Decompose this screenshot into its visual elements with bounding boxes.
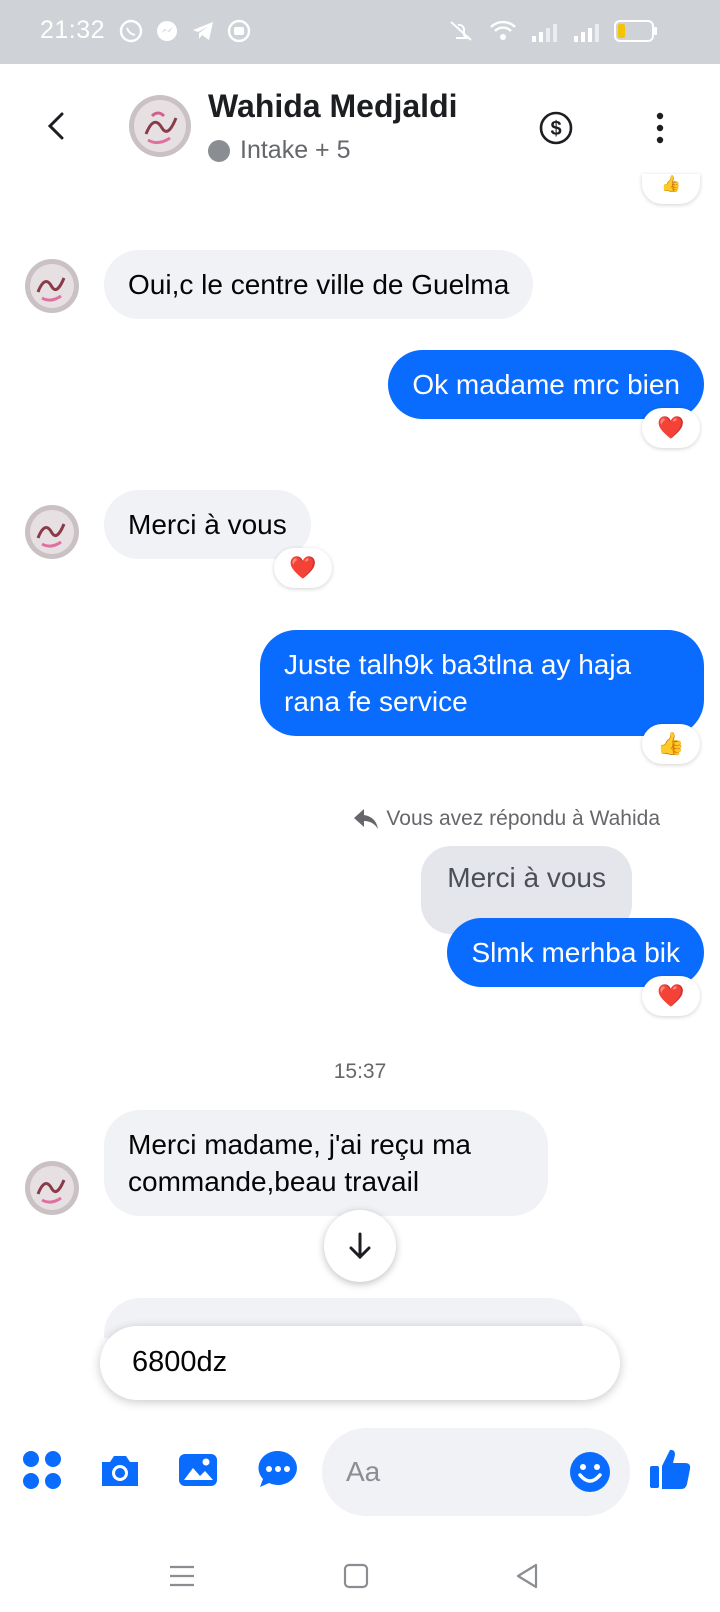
chat-bubble-icon[interactable]	[256, 1448, 300, 1492]
more-options-icon[interactable]	[648, 110, 672, 146]
reaction-heart[interactable]: ❤️	[274, 548, 332, 588]
reaction-thumbs[interactable]: 👍	[642, 724, 700, 764]
emoji-icon[interactable]	[568, 1450, 612, 1494]
suggested-reply[interactable]: 6800dz	[100, 1326, 620, 1400]
home-icon[interactable]	[338, 1558, 374, 1594]
app-icon	[227, 19, 251, 43]
reply-note: Vous avez répondu à Wahida	[352, 806, 660, 832]
reply-note-text: Vous avez répondu à Wahida	[386, 807, 660, 830]
status-dot	[208, 139, 230, 162]
thumbs-up-icon: 👍	[661, 176, 681, 193]
whatsapp-icon	[119, 19, 143, 43]
avatar[interactable]	[24, 504, 80, 560]
composer: Aa	[0, 1420, 720, 1520]
system-icons	[446, 18, 658, 44]
reaction-heart[interactable]: ❤️	[642, 976, 700, 1016]
message-input-placeholder: Aa	[346, 1456, 381, 1487]
wifi-icon	[490, 20, 516, 40]
thumbs-up-icon: 👍	[657, 731, 685, 756]
signal-icon	[532, 24, 557, 42]
menu-icon[interactable]	[164, 1558, 200, 1594]
scroll-down-button[interactable]	[324, 1210, 396, 1282]
back-icon[interactable]	[510, 1558, 546, 1594]
heart-icon: ❤️	[289, 555, 317, 580]
signal-icon-2	[574, 24, 599, 42]
contact-subtitle: Intake + 5	[208, 136, 351, 165]
notification-icons	[118, 18, 252, 44]
contact-name[interactable]: Wahida Medjaldi	[208, 88, 458, 125]
avatar[interactable]	[24, 258, 80, 314]
apps-icon[interactable]	[20, 1448, 64, 1492]
message-bubble-incoming[interactable]: Merci à vous	[104, 490, 311, 559]
reaction-partial: 👍	[642, 174, 700, 204]
reaction-heart[interactable]: ❤️	[642, 408, 700, 448]
message-bubble-incoming[interactable]: Merci madame, j'ai reçu ma commande,beau…	[104, 1110, 548, 1216]
status-time: 21:32	[40, 16, 106, 44]
gallery-icon[interactable]	[176, 1448, 220, 1492]
telegram-icon	[193, 22, 213, 40]
like-icon[interactable]	[648, 1446, 694, 1492]
message-bubble-incoming[interactable]: Oui,c le centre ville de Guelma	[104, 250, 534, 319]
avatar[interactable]	[128, 94, 192, 158]
message-line: Juste talh9k ba3tlna ay haja	[284, 649, 632, 680]
system-nav-bar	[0, 1540, 720, 1612]
dollar-icon[interactable]: $	[538, 110, 574, 146]
mute-icon	[450, 21, 472, 41]
avatar[interactable]	[24, 1160, 80, 1216]
message-line: Merci madame, j'ai reçu ma	[128, 1129, 471, 1160]
reply-icon	[354, 809, 379, 829]
chat-header: Wahida Medjaldi Intake + 5 $	[0, 64, 720, 192]
messenger-icon	[157, 21, 177, 41]
message-line: rana fe service	[284, 686, 468, 717]
subtitle-text: Intake + 5	[240, 136, 351, 164]
arrow-down-icon	[349, 1232, 371, 1260]
status-bar: 21:32	[0, 0, 720, 64]
svg-text:$: $	[550, 118, 561, 140]
timestamp: 15:37	[333, 1060, 387, 1083]
back-arrow-icon[interactable]	[40, 108, 76, 144]
camera-icon[interactable]	[98, 1448, 142, 1492]
heart-icon: ❤️	[657, 415, 685, 440]
message-line: commande,beau travail	[128, 1166, 420, 1197]
heart-icon: ❤️	[657, 983, 685, 1008]
battery-icon	[614, 20, 657, 42]
message-bubble-outgoing[interactable]: Juste talh9k ba3tlna ay haja rana fe ser…	[260, 630, 704, 736]
message-input[interactable]: Aa	[322, 1428, 630, 1516]
